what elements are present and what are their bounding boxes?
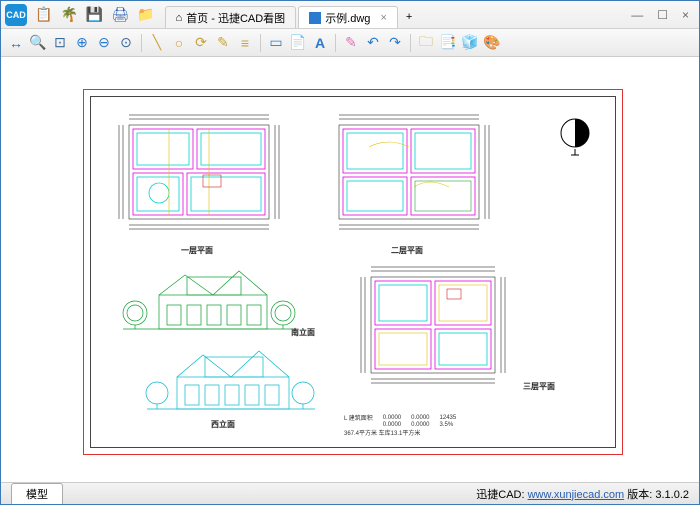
separator — [410, 34, 411, 52]
save-icon[interactable]: 💾 — [86, 6, 103, 23]
tool-erase[interactable]: ✎ — [342, 34, 360, 52]
drawing-frame: 一层平面 — [90, 96, 616, 448]
tab-home[interactable]: ⌂ 首页 - 迅捷CAD看图 — [165, 6, 297, 28]
minimize-button[interactable]: — — [631, 8, 643, 22]
legend-table: L 建筑面积0.00000.000012435 0.00000.00003.5%… — [339, 413, 461, 437]
tool-edit[interactable]: ✎ — [214, 34, 232, 52]
caption-fp1: 一层平面 — [181, 245, 213, 256]
model-tab[interactable]: 模型 — [11, 483, 63, 504]
titlebar: CAD 📋 🌴 💾 🖨 📁 ⌂ 首页 - 迅捷CAD看图 示例.dwg × + … — [1, 1, 699, 29]
status-bar: 模型 迅捷CAD: www.xunjiecad.com 版本: 3.1.0.2 — [1, 482, 699, 504]
tool-page[interactable]: 📄 — [289, 34, 307, 52]
status-text: 迅捷CAD: www.xunjiecad.com 版本: 3.1.0.2 — [476, 486, 699, 502]
elevation-2 — [141, 339, 321, 417]
caption-elev2: 西立面 — [211, 419, 235, 430]
tool-line[interactable]: ╲ — [148, 34, 166, 52]
open-icon[interactable]: 📁 — [137, 6, 154, 23]
tool-undo[interactable]: ↶ — [364, 34, 382, 52]
tool-zoom-in[interactable]: ⊕ — [73, 34, 91, 52]
brand-link[interactable]: www.xunjiecad.com — [528, 489, 625, 501]
tool-redo[interactable]: ↷ — [386, 34, 404, 52]
toolbar: ↔ 🔍 ⊡ ⊕ ⊖ ⊙ ╲ ○ ⟳ ✎ ≡ ▭ 📄 A ✎ ↶ ↷ 🗀 📑 🧊 … — [1, 29, 699, 57]
app-logo: CAD — [5, 4, 27, 26]
tool-pan[interactable]: ↔ — [7, 34, 25, 52]
tool-layers[interactable]: 📑 — [439, 34, 457, 52]
tool-arc[interactable]: ⟳ — [192, 34, 210, 52]
tab-file[interactable]: 示例.dwg × — [298, 6, 398, 28]
quick-icons: 📋 🌴 💾 🖨 📁 — [35, 6, 155, 23]
tool-zoom-out[interactable]: ⊖ — [95, 34, 113, 52]
tool-rect[interactable]: ▭ — [267, 34, 285, 52]
tool-text[interactable]: A — [311, 34, 329, 52]
tree-icon[interactable]: 🌴 — [60, 6, 77, 23]
drawing-canvas[interactable]: 一层平面 — [1, 57, 699, 482]
caption-fp2: 二层平面 — [391, 245, 423, 256]
tool-3d[interactable]: 🧊 — [461, 34, 479, 52]
compass-icon — [557, 115, 593, 151]
drawing-border: 一层平面 — [83, 89, 623, 455]
tab-close-icon[interactable]: × — [380, 12, 386, 24]
maximize-button[interactable]: ☐ — [657, 8, 668, 22]
tab-home-label: 首页 - 迅捷CAD看图 — [186, 10, 285, 26]
tabs-bar: ⌂ 首页 - 迅捷CAD看图 示例.dwg × + — [165, 1, 421, 28]
elevation-1 — [113, 257, 303, 335]
tab-add[interactable]: + — [400, 6, 418, 28]
tool-zoom-fit[interactable]: ⊙ — [117, 34, 135, 52]
print-icon[interactable]: 🖨 — [111, 6, 129, 23]
tab-file-label: 示例.dwg — [325, 10, 370, 26]
caption-fp3: 三层平面 — [523, 381, 555, 392]
dwg-icon — [309, 12, 321, 24]
tool-folder[interactable]: 🗀 — [417, 34, 435, 52]
close-button[interactable]: × — [682, 8, 689, 22]
tool-zoom-window[interactable]: 🔍 — [29, 34, 47, 52]
tool-zoom-extent[interactable]: ⊡ — [51, 34, 69, 52]
separator — [335, 34, 336, 52]
separator — [141, 34, 142, 52]
window-controls: — ☐ × — [631, 8, 699, 22]
caption-elev1: 南立面 — [291, 327, 315, 338]
clipboard-icon[interactable]: 📋 — [35, 6, 52, 23]
separator — [260, 34, 261, 52]
floorplan-1 — [109, 107, 289, 237]
tool-list[interactable]: ≡ — [236, 34, 254, 52]
tool-more[interactable]: 🎨 — [483, 34, 501, 52]
home-icon: ⌂ — [176, 12, 183, 24]
floorplan-3 — [353, 261, 517, 391]
floorplan-2 — [319, 107, 499, 237]
tool-circle[interactable]: ○ — [170, 34, 188, 52]
